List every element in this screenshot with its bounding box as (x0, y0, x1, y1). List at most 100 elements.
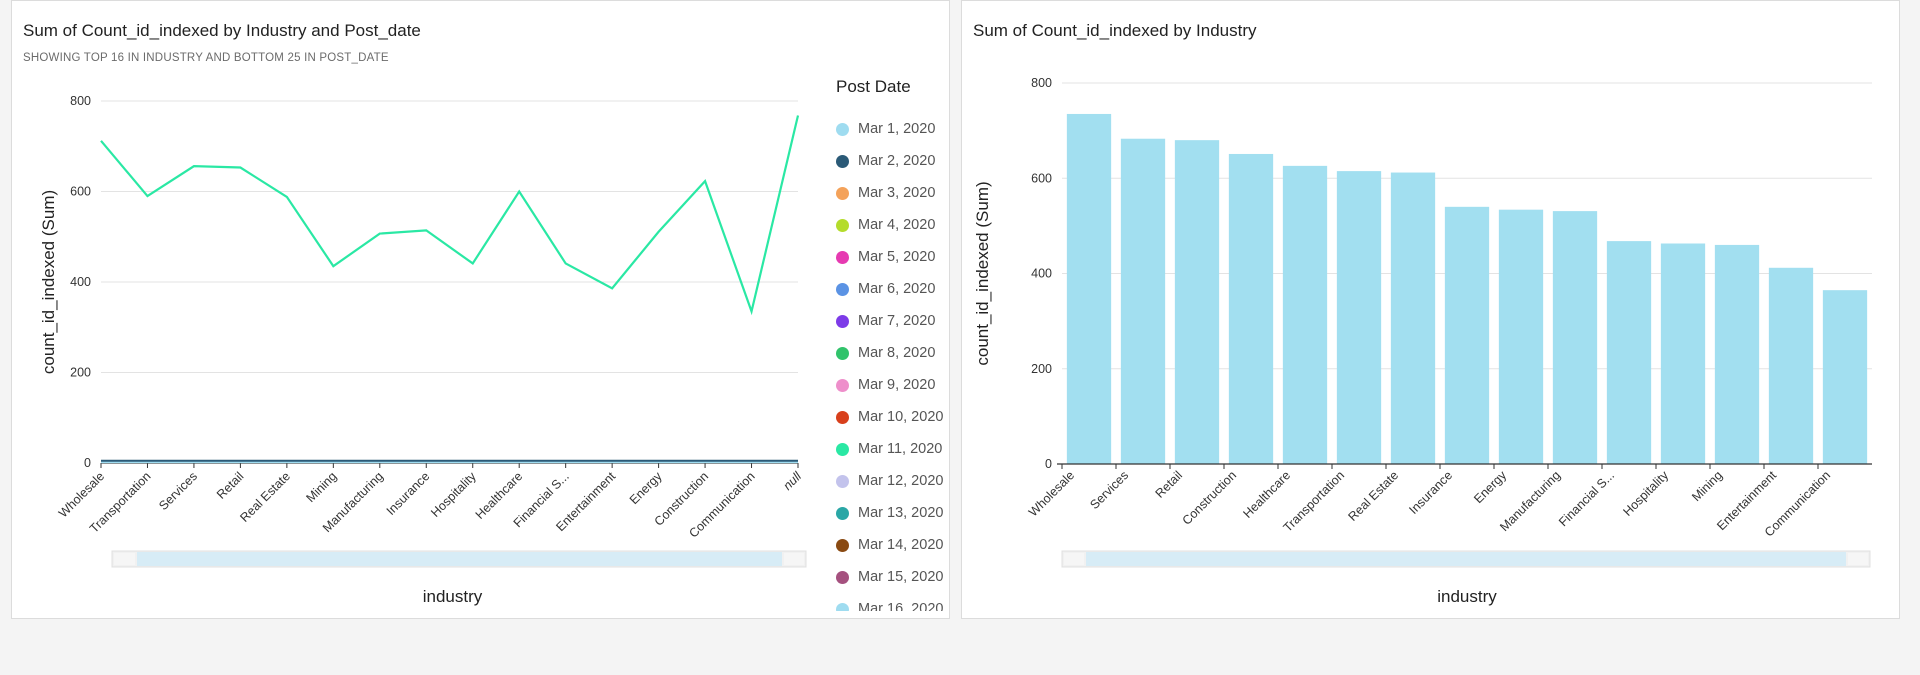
bar-chart-category-label: Insurance (1406, 468, 1455, 517)
bar[interactable] (1390, 172, 1436, 464)
legend-swatch (836, 538, 849, 552)
legend-swatch (836, 122, 849, 136)
legend-label: Mar 4, 2020 (858, 217, 936, 233)
legend-swatch (836, 378, 849, 392)
bar[interactable] (1552, 211, 1598, 464)
legend-item[interactable]: Mar 7, 2020 (825, 305, 949, 337)
legend-label: Mar 10, 2020 (858, 409, 944, 425)
legend: Post Date Mar 1, 2020 Mar 2, 2020 Mar 3, 2… (825, 73, 949, 611)
legend-label: Mar 15, 2020 (858, 569, 944, 585)
legend-item[interactable]: Mar 16, 2020 (825, 593, 949, 611)
legend-item[interactable]: Mar 12, 2020 (825, 465, 949, 497)
legend-swatch (836, 282, 849, 296)
bar[interactable] (1822, 290, 1868, 464)
bar-chart-category-label: Hospitality (1620, 468, 1671, 519)
bar-chart-panel: Sum of Count_id_indexed by Industry 0 200… (961, 0, 1900, 619)
bar[interactable] (1282, 165, 1328, 464)
line-chart-x-axis-label: industry (423, 587, 483, 606)
bar-chart-category-label: Wholesale (1026, 468, 1077, 519)
legend-item[interactable]: Mar 2, 2020 (825, 145, 949, 177)
bar[interactable] (1228, 153, 1274, 464)
legend-item[interactable]: Mar 3, 2020 (825, 177, 949, 209)
legend-swatch (836, 218, 849, 232)
legend-item[interactable]: Mar 9, 2020 (825, 369, 949, 401)
legend-item[interactable]: Mar 8, 2020 (825, 337, 949, 369)
line-chart-category-label: Insurance (384, 469, 433, 518)
line-chart-category-label: Real Estate (237, 469, 293, 525)
bar[interactable] (1498, 209, 1544, 464)
line-chart-y-tick-label: 400 (70, 275, 91, 289)
bar-chart-y-tick-label: 800 (1031, 76, 1052, 90)
legend-swatch (836, 506, 849, 520)
bar-chart-y-tick-label: 400 (1031, 267, 1052, 281)
legend-item[interactable]: Mar 6, 2020 (825, 273, 949, 305)
bar-chart[interactable]: 0 200 400 600 800 Wholesale Services RetailCons… (962, 1, 1899, 620)
bar[interactable] (1660, 243, 1706, 464)
legend-swatch (836, 410, 849, 424)
bar[interactable] (1714, 244, 1760, 464)
line-chart-panel: Sum of Count_id_indexed by Industry and … (11, 0, 950, 619)
legend-label: Mar 11, 2020 (858, 441, 943, 457)
line-chart-category-label: Energy (627, 469, 665, 507)
legend-label: Mar 9, 2020 (858, 377, 936, 393)
line-chart-category-label: null (780, 468, 805, 493)
line-chart[interactable]: 0200400600800WholesaleTransportation Serv… (12, 1, 812, 620)
bar-chart-category-label: Mining (1689, 468, 1725, 504)
bar-chart-category-label: Healthcare (1240, 468, 1293, 521)
bar-chart-scrollbar-handle-right[interactable] (1848, 553, 1868, 565)
legend-swatch (836, 602, 849, 611)
legend-label: Mar 7, 2020 (858, 313, 936, 329)
legend-label: Mar 6, 2020 (858, 281, 936, 297)
legend-item[interactable]: Mar 10, 2020 (825, 401, 949, 433)
legend-swatch (836, 346, 849, 360)
bar[interactable] (1444, 206, 1490, 464)
legend-item[interactable]: Mar 4, 2020 (825, 209, 949, 241)
legend-label: Mar 13, 2020 (858, 505, 944, 521)
line-chart-scrollbar-handle-right[interactable] (784, 553, 804, 565)
legend-swatch (836, 474, 849, 488)
legend-label: Mar 14, 2020 (858, 537, 944, 553)
bar-chart-scrollbar-thumb[interactable] (1086, 552, 1846, 566)
bar[interactable] (1606, 241, 1652, 464)
bar-chart-y-tick-label: 600 (1031, 171, 1052, 185)
bar[interactable] (1174, 140, 1220, 464)
bar-chart-category-label: Financial S... (1556, 468, 1617, 529)
line-chart-y-tick-label: 800 (70, 94, 91, 108)
legend-item[interactable]: Mar 15, 2020 (825, 561, 949, 593)
legend-label: Mar 16, 2020 (858, 601, 944, 611)
bar-chart-category-label: Retail (1153, 468, 1186, 501)
bar[interactable] (1066, 113, 1112, 465)
legend-swatch (836, 154, 849, 168)
bar-chart-category-label: Real Estate (1346, 468, 1402, 524)
legend-swatch (836, 314, 849, 328)
bar[interactable] (1336, 171, 1382, 464)
legend-swatch (836, 442, 849, 456)
legend-item[interactable]: Mar 5, 2020 (825, 241, 949, 273)
line-chart-scrollbar-handle-left[interactable] (114, 553, 135, 565)
legend-item[interactable]: Mar 13, 2020 (825, 497, 949, 529)
bar-chart-category-label: Construction (1180, 468, 1240, 528)
bar[interactable] (1120, 138, 1166, 464)
legend-swatch (836, 250, 849, 264)
legend-label: Mar 12, 2020 (858, 473, 944, 489)
line-chart-category-label: Retail (214, 469, 247, 502)
bar-chart-category-label: Services (1087, 468, 1131, 512)
legend-label: Mar 2, 2020 (858, 153, 936, 169)
legend-title: Post Date (836, 77, 911, 96)
legend-label: Mar 8, 2020 (858, 345, 936, 361)
bar-chart-scrollbar-handle-left[interactable] (1064, 553, 1084, 565)
legend-item[interactable]: Mar 14, 2020 (825, 529, 949, 561)
bar-chart-y-tick-label: 0 (1045, 457, 1052, 471)
legend-label: Mar 5, 2020 (858, 249, 936, 265)
line-chart-y-tick-label: 0 (84, 456, 91, 470)
legend-list: Mar 1, 2020 Mar 2, 2020 Mar 3, 2020 Mar 4, … (825, 113, 949, 611)
legend-item[interactable]: Mar 11, 2020 (825, 433, 949, 465)
line-chart-y-tick-label: 200 (70, 366, 91, 380)
line-chart-y-axis-label: count_id_indexed (Sum) (39, 190, 58, 374)
bar-chart-y-tick-label: 200 (1031, 362, 1052, 376)
bar[interactable] (1768, 267, 1814, 464)
legend-item[interactable]: Mar 1, 2020 (825, 113, 949, 145)
line-chart-scrollbar-thumb[interactable] (137, 552, 782, 566)
bar-chart-x-axis-label: industry (1437, 587, 1497, 606)
bar-chart-y-axis-label: count_id_indexed (Sum) (973, 181, 992, 365)
